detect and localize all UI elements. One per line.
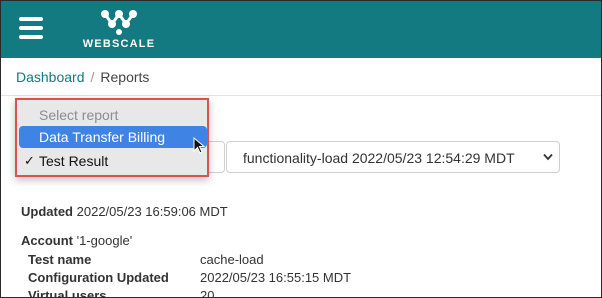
detail-key: Configuration Updated	[28, 270, 169, 285]
dropdown-option-data-transfer-billing[interactable]: Data Transfer Billing	[19, 126, 207, 148]
detail-row: Test name cache-load	[28, 252, 264, 267]
account-line: Account '1-google'	[21, 233, 132, 248]
test-run-select[interactable]: functionality-load 2022/05/23 12:54:29 M…	[226, 141, 560, 173]
detail-key: Test name	[28, 252, 92, 267]
account-label: Account	[21, 233, 73, 248]
updated-label: Updated	[21, 204, 73, 219]
dropdown-option-label: Test Result	[39, 153, 109, 169]
detail-value: cache-load	[200, 252, 264, 267]
detail-value: 20	[200, 288, 215, 298]
checkmark-icon: ✓	[24, 153, 35, 168]
detail-row: Configuration Updated 2022/05/23 16:55:1…	[28, 270, 351, 285]
detail-key: Virtual users	[28, 288, 107, 298]
brand-name: WEBSCALE	[82, 38, 156, 50]
updated-timestamp: Updated 2022/05/23 16:59:06 MDT	[21, 204, 228, 219]
report-type-dropdown-menu: Select report Data Transfer Billing ✓ Te…	[15, 98, 209, 177]
account-value: '1-google'	[76, 233, 133, 248]
breadcrumb-current-page: Reports	[100, 69, 150, 85]
hamburger-menu-icon[interactable]	[19, 17, 43, 39]
top-navigation-bar: WEBSCALE	[1, 1, 601, 58]
mouse-pointer-icon	[193, 137, 206, 154]
updated-value: 2022/05/23 16:59:06 MDT	[76, 204, 228, 219]
breadcrumb-separator: /	[90, 69, 95, 85]
detail-row: Virtual users 20	[28, 288, 214, 298]
report-window: WEBSCALE Dashboard / Reports functionality…	[0, 0, 602, 298]
breadcrumb-dashboard-link[interactable]: Dashboard	[16, 69, 85, 85]
header-divider	[1, 95, 601, 96]
chevron-down-icon	[543, 153, 553, 161]
dropdown-placeholder-option: Select report	[39, 107, 119, 123]
detail-value: 2022/05/23 16:55:15 MDT	[200, 270, 352, 285]
webscale-logo[interactable]: WEBSCALE	[79, 9, 159, 51]
dropdown-option-test-result[interactable]: ✓ Test Result	[19, 150, 207, 172]
test-run-select-value: functionality-load 2022/05/23 12:54:29 M…	[243, 150, 515, 166]
breadcrumb: Dashboard / Reports	[16, 69, 149, 85]
webscale-logo-icon	[101, 10, 137, 35]
